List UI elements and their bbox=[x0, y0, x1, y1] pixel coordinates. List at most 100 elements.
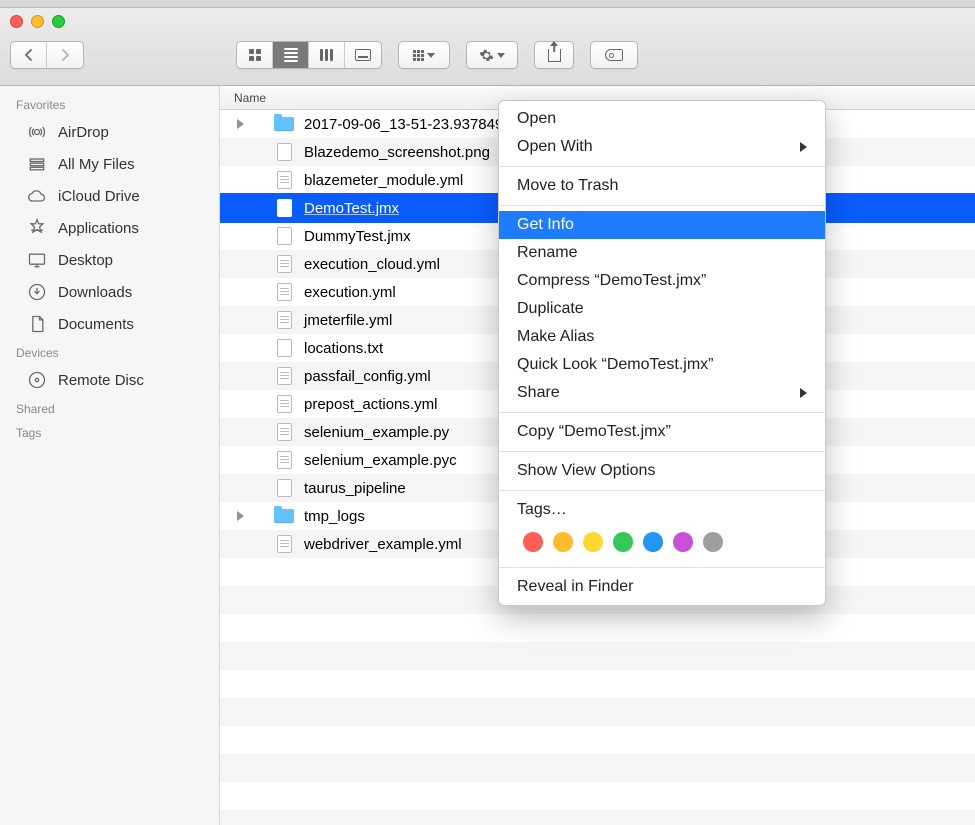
context-menu-item[interactable]: Copy “DemoTest.jmx” bbox=[499, 418, 825, 446]
sidebar-item-label: Desktop bbox=[58, 252, 113, 269]
apps-icon bbox=[26, 217, 48, 239]
tag-color-dot[interactable] bbox=[643, 532, 663, 552]
context-menu-item[interactable]: Open With bbox=[499, 133, 825, 161]
context-menu-item[interactable]: Open bbox=[499, 105, 825, 133]
sidebar-section-header: Tags bbox=[0, 420, 219, 444]
sidebar-item-airdrop[interactable]: AirDrop bbox=[0, 116, 219, 148]
file-name-label: webdriver_example.yml bbox=[304, 536, 462, 553]
file-name-label: execution_cloud.yml bbox=[304, 256, 440, 273]
arrange-button[interactable] bbox=[398, 41, 450, 69]
file-name-label: DemoTest.jmx bbox=[304, 200, 399, 217]
chevron-down-icon bbox=[427, 53, 435, 58]
disclosure-triangle-icon[interactable] bbox=[232, 119, 248, 129]
airdrop-icon bbox=[26, 121, 48, 143]
file-name-label: 2017-09-06_13-51-23.937849 bbox=[304, 116, 503, 133]
traffic-lights bbox=[10, 8, 965, 35]
context-menu-item[interactable]: Compress “DemoTest.jmx” bbox=[499, 267, 825, 295]
context-menu-item[interactable]: Quick Look “DemoTest.jmx” bbox=[499, 351, 825, 379]
back-button[interactable] bbox=[11, 42, 47, 68]
file-name-label: taurus_pipeline bbox=[304, 480, 406, 497]
sidebar-item-label: All My Files bbox=[58, 156, 135, 173]
close-window-button[interactable] bbox=[10, 15, 23, 28]
file-icon bbox=[274, 226, 294, 246]
file-name-label: blazemeter_module.yml bbox=[304, 172, 463, 189]
sidebar-item-label: Applications bbox=[58, 220, 139, 237]
context-menu-separator bbox=[499, 567, 825, 568]
sidebar-item-downloads[interactable]: Downloads bbox=[0, 276, 219, 308]
grid-icon bbox=[249, 49, 261, 61]
sidebar-item-label: Downloads bbox=[58, 284, 132, 301]
context-menu-item[interactable]: Show View Options bbox=[499, 457, 825, 485]
allfiles-icon bbox=[26, 153, 48, 175]
sidebar-item-desktop[interactable]: Desktop bbox=[0, 244, 219, 276]
edit-tags-button[interactable] bbox=[590, 41, 638, 69]
minimize-window-button[interactable] bbox=[31, 15, 44, 28]
file-name-label: selenium_example.pyc bbox=[304, 452, 457, 469]
action-button[interactable] bbox=[466, 41, 518, 69]
context-menu-item[interactable]: Make Alias bbox=[499, 323, 825, 351]
context-menu-item-label: Share bbox=[517, 384, 560, 402]
browser-tab-hint bbox=[0, 0, 975, 8]
tag-color-dot[interactable] bbox=[703, 532, 723, 552]
file-icon bbox=[274, 254, 294, 274]
downloads-icon bbox=[26, 281, 48, 303]
context-menu-item[interactable]: Get Info bbox=[499, 211, 825, 239]
file-icon bbox=[274, 170, 294, 190]
empty-row bbox=[220, 698, 975, 726]
context-menu-item[interactable]: Rename bbox=[499, 239, 825, 267]
sidebar-item-documents[interactable]: Documents bbox=[0, 308, 219, 340]
column-view-button[interactable] bbox=[309, 42, 345, 68]
context-menu-item-label: Quick Look “DemoTest.jmx” bbox=[517, 356, 714, 374]
file-name-label: jmeterfile.yml bbox=[304, 312, 392, 329]
sidebar-section-header: Devices bbox=[0, 340, 219, 364]
tag-color-dot[interactable] bbox=[613, 532, 633, 552]
sidebar-item-label: Documents bbox=[58, 316, 134, 333]
file-icon bbox=[274, 534, 294, 554]
sidebar-item-icloud-drive[interactable]: iCloud Drive bbox=[0, 180, 219, 212]
tag-icon bbox=[605, 49, 623, 61]
list-icon bbox=[284, 48, 298, 62]
empty-row bbox=[220, 810, 975, 825]
context-menu-item-label: Open With bbox=[517, 138, 593, 156]
file-icon bbox=[274, 450, 294, 470]
disc-icon bbox=[26, 369, 48, 391]
arrange-icon bbox=[413, 50, 424, 61]
tag-color-dot[interactable] bbox=[673, 532, 693, 552]
tag-color-dot[interactable] bbox=[553, 532, 573, 552]
sidebar-item-all-my-files[interactable]: All My Files bbox=[0, 148, 219, 180]
context-menu-item[interactable]: Tags… bbox=[499, 496, 825, 524]
context-menu-item-label: Tags… bbox=[517, 501, 567, 519]
context-menu-item-label: Duplicate bbox=[517, 300, 584, 318]
file-name-label: DummyTest.jmx bbox=[304, 228, 411, 245]
chevron-down-icon bbox=[497, 53, 505, 58]
coverflow-icon bbox=[355, 49, 371, 61]
icon-view-button[interactable] bbox=[237, 42, 273, 68]
list-view-button[interactable] bbox=[273, 42, 309, 68]
empty-row bbox=[220, 782, 975, 810]
view-mode-group bbox=[236, 41, 382, 69]
forward-button[interactable] bbox=[47, 42, 83, 68]
context-menu-item[interactable]: Move to Trash bbox=[499, 172, 825, 200]
context-menu-item[interactable]: Duplicate bbox=[499, 295, 825, 323]
tag-color-dot[interactable] bbox=[583, 532, 603, 552]
context-menu: Open Open With Move to Trash Get InfoRename… bbox=[498, 100, 826, 606]
context-menu-item[interactable]: Reveal in Finder bbox=[499, 573, 825, 601]
disclosure-triangle-icon[interactable] bbox=[232, 511, 248, 521]
share-button[interactable] bbox=[534, 41, 574, 69]
folder-icon bbox=[274, 114, 294, 134]
empty-row bbox=[220, 642, 975, 670]
window-titlebar bbox=[0, 8, 975, 86]
gear-icon bbox=[479, 48, 494, 63]
fullscreen-window-button[interactable] bbox=[52, 15, 65, 28]
context-menu-separator bbox=[499, 205, 825, 206]
sidebar-item-applications[interactable]: Applications bbox=[0, 212, 219, 244]
file-icon bbox=[274, 282, 294, 302]
sidebar: FavoritesAirDropAll My FilesiCloud Drive… bbox=[0, 86, 220, 825]
context-menu-item-label: Make Alias bbox=[517, 328, 594, 346]
context-menu-item-label: Compress “DemoTest.jmx” bbox=[517, 272, 706, 290]
coverflow-view-button[interactable] bbox=[345, 42, 381, 68]
tag-color-dot[interactable] bbox=[523, 532, 543, 552]
sidebar-item-remote-disc[interactable]: Remote Disc bbox=[0, 364, 219, 396]
context-menu-item[interactable]: Share bbox=[499, 379, 825, 407]
share-icon bbox=[548, 49, 561, 62]
